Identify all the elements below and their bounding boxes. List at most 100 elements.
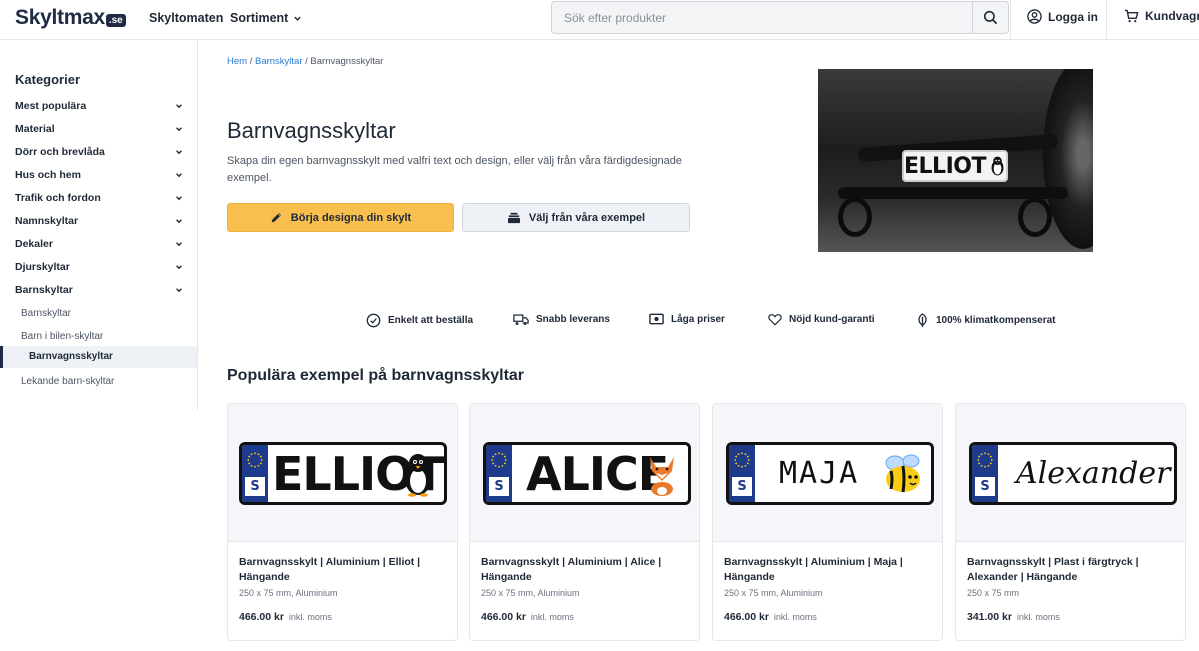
feature-climate: 100% klimatkompenserat: [916, 313, 1056, 328]
subcategory-item-active[interactable]: Barnvagnsskyltar: [0, 346, 197, 368]
chevron-down-icon: [176, 127, 182, 132]
category-label: Material: [15, 123, 55, 135]
cart-icon: [1124, 9, 1139, 23]
plate-preview: S ALICE: [483, 442, 691, 505]
product-price: 466.00 kr inkl. moms: [481, 611, 574, 623]
subcategory-active-label: Barnvagnsskyltar: [29, 351, 113, 362]
price-vat: inkl. moms: [1016, 612, 1060, 622]
plate-country-letter: S: [975, 477, 995, 496]
category-sidebar: Kategorier Mest populära Material Dörr o…: [0, 40, 198, 410]
product-card[interactable]: S MAJA Barnvagnsskylt | Aluminium | Maja…: [712, 403, 943, 641]
price-vat: inkl. moms: [288, 612, 332, 622]
eu-band: S: [729, 445, 755, 502]
product-title[interactable]: Barnvagnsskylt | Aluminium | Maja | Häng…: [724, 555, 934, 585]
category-item[interactable]: Mest populära: [15, 100, 183, 112]
feature-satisfaction: Nöjd kund-garanti: [768, 313, 875, 326]
category-item[interactable]: Djurskyltar: [15, 261, 183, 273]
hero-image: ELLIOT: [818, 69, 1093, 252]
chevron-down-icon: [176, 150, 182, 155]
product-specs: 250 x 75 mm, Aluminium: [481, 588, 580, 598]
penguin-icon: [991, 156, 1004, 176]
fox-icon: [650, 457, 674, 496]
header-divider: [1106, 0, 1107, 40]
category-label: Dörr och brevlåda: [15, 146, 105, 158]
logo[interactable]: Skyltmax .se: [15, 6, 126, 30]
feature-label: 100% klimatkompenserat: [936, 315, 1056, 326]
product-image: S Alexander: [956, 404, 1185, 542]
search-button[interactable]: [972, 2, 1008, 33]
chevron-down-icon: [176, 242, 182, 247]
subcategory-item[interactable]: Barn i bilen-skyltar: [21, 331, 103, 342]
nav-sortiment-label: Sortiment: [230, 11, 289, 25]
plate-preview: S Alexander: [969, 442, 1177, 505]
page-description: Skapa din egen barnvagnsskylt med valfri…: [227, 155, 682, 184]
product-price: 341.00 kr inkl. moms: [967, 611, 1060, 623]
eu-stars-icon: [977, 452, 993, 468]
category-item[interactable]: Hus och hem: [15, 169, 183, 181]
product-card[interactable]: S ELLIOT Barnvagnsskylt | Aluminium | El…: [227, 403, 458, 641]
site-header: Skyltmax.se Skyltomaten Sortiment Logga …: [0, 0, 1199, 40]
product-price: 466.00 kr inkl. moms: [239, 611, 332, 623]
price-value: 466.00 kr: [239, 611, 284, 623]
breadcrumb-parent[interactable]: Barnskyltar: [255, 56, 303, 67]
feature-label: Enkelt att beställa: [388, 315, 474, 326]
product-specs: 250 x 75 mm: [967, 588, 1020, 598]
bee-icon: [885, 454, 920, 493]
category-item[interactable]: Namnskyltar: [15, 215, 183, 227]
header-divider: [1010, 0, 1011, 40]
category-label: Djurskyltar: [15, 261, 70, 273]
breadcrumb-separator: /: [249, 56, 253, 67]
eu-band: S: [242, 445, 268, 502]
page-title: Barnvagnsskyltar: [227, 118, 396, 143]
hero-plate-text: ELLIOT: [904, 153, 986, 179]
pencil-icon: [271, 213, 281, 223]
category-item[interactable]: Material: [15, 123, 183, 135]
product-title[interactable]: Barnvagnsskylt | Aluminium | Elliot | Hä…: [239, 555, 449, 585]
category-item[interactable]: Dörr och brevlåda: [15, 146, 183, 158]
logo-badge: .se: [105, 13, 126, 27]
nav-sortiment[interactable]: Sortiment: [230, 11, 302, 25]
sidebar-title: Kategorier: [15, 72, 81, 87]
plate-country-letter: S: [245, 477, 265, 496]
user-icon: [1027, 9, 1042, 24]
plate-preview: S MAJA: [726, 442, 934, 505]
cart-button[interactable]: Kundvagn: [1124, 9, 1199, 23]
feature-fast-delivery: Snabb leverans: [513, 313, 610, 326]
breadcrumb-home[interactable]: Hem: [227, 56, 247, 67]
plate-country-letter: S: [732, 477, 752, 496]
eu-band: S: [972, 445, 998, 502]
chevron-down-icon: [176, 265, 182, 270]
search-bar: [551, 1, 1009, 34]
subcategory-item[interactable]: Barnskyltar: [21, 308, 71, 319]
product-card[interactable]: S ALICE Barnvagnsskylt | Aluminium | Ali…: [469, 403, 700, 641]
login-button[interactable]: Logga in: [1027, 9, 1098, 24]
hero-stroller-wheel: [838, 197, 872, 237]
product-specs: 250 x 75 mm, Aluminium: [239, 588, 338, 598]
heart-icon: [768, 314, 782, 326]
nav-skyltomaten[interactable]: Skyltomaten: [149, 11, 223, 25]
category-label: Mest populära: [15, 100, 87, 112]
section-title: Populära exempel på barnvagnsskyltar: [227, 367, 525, 384]
product-image: S MAJA: [713, 404, 942, 542]
feature-label: Låga priser: [671, 313, 725, 325]
chevron-down-icon: [176, 196, 182, 201]
category-item-barnskyltar[interactable]: Barnskyltar: [15, 284, 183, 296]
truck-icon: [513, 314, 529, 325]
category-item[interactable]: Dekaler: [15, 238, 183, 250]
start-design-button[interactable]: Börja designa din skylt: [227, 203, 454, 232]
eu-stars-icon: [491, 452, 507, 468]
product-card[interactable]: S Alexander Barnvagnsskylt | Plast i fär…: [955, 403, 1186, 641]
choose-example-button[interactable]: Välj från våra exempel: [462, 203, 690, 232]
product-title[interactable]: Barnvagnsskylt | Aluminium | Alice | Hän…: [481, 555, 691, 585]
subcategory-item[interactable]: Lekande barn-skyltar: [21, 376, 114, 387]
stack-icon: [507, 212, 520, 223]
chevron-down-icon: [176, 288, 182, 293]
category-item[interactable]: Trafik och fordon: [15, 192, 183, 204]
search-input[interactable]: [552, 2, 972, 33]
product-title[interactable]: Barnvagnsskylt | Plast i färgtryck | Ale…: [967, 555, 1177, 585]
product-image: S ELLIOT: [228, 404, 457, 542]
price-vat: inkl. moms: [530, 612, 574, 622]
feature-label: Snabb leverans: [536, 314, 610, 325]
chevron-down-icon: [294, 16, 302, 21]
price-vat: inkl. moms: [773, 612, 817, 622]
